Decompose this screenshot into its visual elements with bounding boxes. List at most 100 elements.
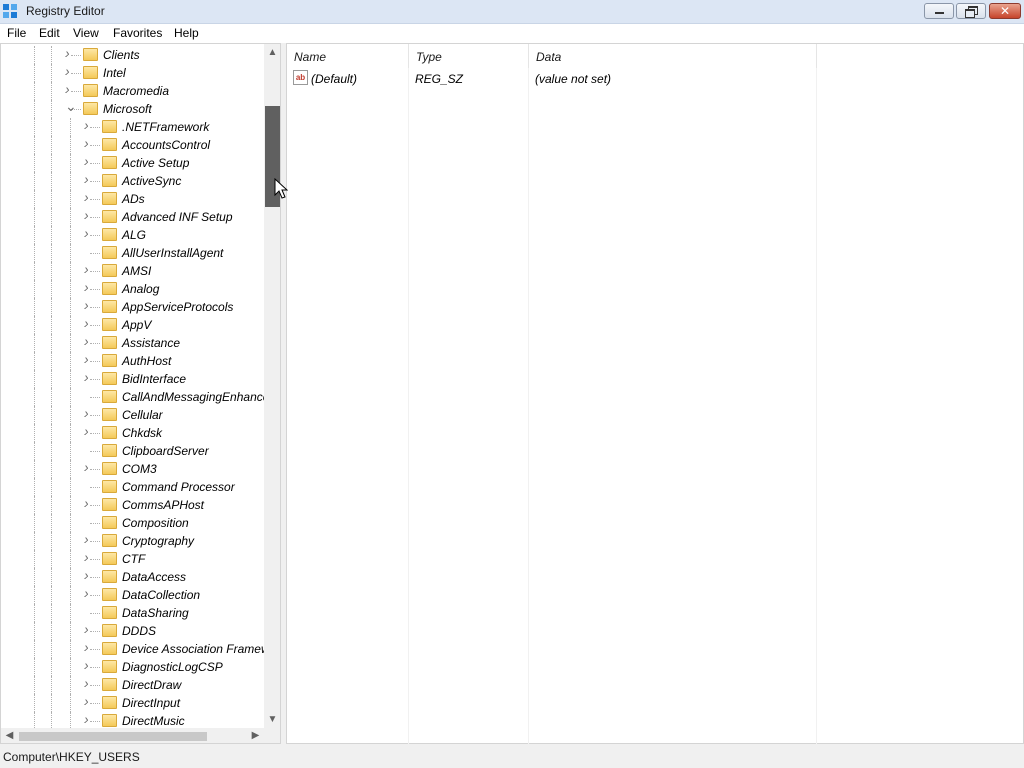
registry-key-tree[interactable]: › Clients › Intel › Macromedia ⌄ Microsoft › .NET…: [0, 43, 281, 744]
tree-item[interactable]: › Assistance: [1, 334, 264, 352]
tree-item[interactable]: › CTF: [1, 550, 264, 568]
chevron-right-icon[interactable]: ›: [65, 46, 75, 60]
tree-item[interactable]: Command Processor: [1, 478, 264, 496]
tree-item[interactable]: › Device Association Framew: [1, 640, 264, 658]
folder-icon: [102, 390, 117, 403]
tree-horizontal-scrollbar[interactable]: ◀ ▶: [1, 728, 264, 743]
tree-item[interactable]: › DiagnosticLogCSP: [1, 658, 264, 676]
chevron-right-icon[interactable]: ›: [84, 370, 94, 384]
chevron-right-icon[interactable]: ›: [84, 622, 94, 636]
tree-item[interactable]: DataSharing: [1, 604, 264, 622]
tree-item[interactable]: › DataCollection: [1, 586, 264, 604]
chevron-right-icon[interactable]: ›: [84, 568, 94, 582]
chevron-right-icon[interactable]: ›: [84, 154, 94, 168]
menu-help[interactable]: Help: [174, 26, 199, 40]
folder-icon: [102, 570, 117, 583]
tree-item[interactable]: › .NETFramework: [1, 118, 264, 136]
tree-item[interactable]: › Cellular: [1, 406, 264, 424]
chevron-right-icon[interactable]: ›: [84, 550, 94, 564]
menu-edit[interactable]: Edit: [39, 26, 60, 40]
chevron-right-icon[interactable]: ›: [84, 406, 94, 420]
tree-item[interactable]: › Advanced INF Setup: [1, 208, 264, 226]
menu-favorites[interactable]: Favorites: [113, 26, 162, 40]
chevron-right-icon[interactable]: ›: [84, 352, 94, 366]
column-header-data[interactable]: Data: [529, 44, 817, 68]
close-button[interactable]: ✕: [989, 3, 1021, 19]
tree-item[interactable]: › AppServiceProtocols: [1, 298, 264, 316]
tree-item[interactable]: › Chkdsk: [1, 424, 264, 442]
tree-item[interactable]: › Cryptography: [1, 532, 264, 550]
column-header-name[interactable]: Name: [287, 44, 409, 68]
scroll-left-icon[interactable]: ◀: [1, 728, 18, 743]
chevron-right-icon[interactable]: ›: [65, 82, 75, 96]
chevron-right-icon[interactable]: ›: [84, 586, 94, 600]
tree-item[interactable]: › ADs: [1, 190, 264, 208]
chevron-right-icon[interactable]: ›: [84, 334, 94, 348]
status-path: Computer\HKEY_USERS: [3, 750, 140, 764]
tree-item[interactable]: › DirectInput: [1, 694, 264, 712]
tree-item[interactable]: › Macromedia: [1, 82, 264, 100]
tree-item[interactable]: › AccountsControl: [1, 136, 264, 154]
tree-vertical-scrollbar[interactable]: ▲ ▼: [264, 44, 280, 728]
chevron-right-icon[interactable]: ›: [84, 208, 94, 222]
tree-item[interactable]: › Active Setup: [1, 154, 264, 172]
menu-view[interactable]: View: [73, 26, 99, 40]
tree-item[interactable]: › DirectMusic: [1, 712, 264, 728]
tree-item[interactable]: › AppV: [1, 316, 264, 334]
chevron-down-icon[interactable]: ⌄: [65, 99, 77, 113]
tree-item[interactable]: › COM3: [1, 460, 264, 478]
tree-item[interactable]: › AMSI: [1, 262, 264, 280]
tree-item[interactable]: › DirectDraw: [1, 676, 264, 694]
values-list[interactable]: Name Type Data ab (Default) REG_SZ (valu…: [286, 43, 1024, 744]
scroll-up-icon[interactable]: ▲: [264, 44, 280, 61]
horizontal-scroll-thumb[interactable]: [19, 732, 207, 741]
tree-item[interactable]: Composition: [1, 514, 264, 532]
chevron-right-icon[interactable]: ›: [84, 136, 94, 150]
chevron-right-icon[interactable]: ›: [84, 640, 94, 654]
tree-item-label: AppV: [122, 318, 152, 332]
minimize-button[interactable]: [924, 3, 954, 19]
chevron-right-icon[interactable]: ›: [84, 460, 94, 474]
chevron-right-icon[interactable]: ›: [84, 424, 94, 438]
tree-item[interactable]: › CommsAPHost: [1, 496, 264, 514]
folder-icon: [102, 372, 117, 385]
tree-item[interactable]: › AuthHost: [1, 352, 264, 370]
tree-item[interactable]: ⌄ Microsoft: [1, 99, 264, 118]
menu-file[interactable]: File: [7, 26, 26, 40]
chevron-right-icon[interactable]: ›: [84, 226, 94, 240]
chevron-right-icon[interactable]: ›: [84, 658, 94, 672]
chevron-right-icon[interactable]: ›: [84, 676, 94, 690]
chevron-right-icon[interactable]: ›: [84, 532, 94, 546]
chevron-right-icon[interactable]: ›: [84, 280, 94, 294]
tree-item[interactable]: ClipboardServer: [1, 442, 264, 460]
chevron-right-icon[interactable]: ›: [84, 694, 94, 708]
tree-item[interactable]: › DDDS: [1, 622, 264, 640]
tree-item[interactable]: › ActiveSync: [1, 172, 264, 190]
chevron-right-icon[interactable]: ›: [84, 712, 94, 726]
tree-item[interactable]: › BidInterface: [1, 370, 264, 388]
chevron-right-icon[interactable]: ›: [84, 316, 94, 330]
chevron-right-icon[interactable]: ›: [84, 496, 94, 510]
chevron-right-icon[interactable]: ›: [84, 262, 94, 276]
scroll-right-icon[interactable]: ▶: [247, 728, 264, 743]
tree-guide-line: [34, 586, 35, 604]
scroll-down-icon[interactable]: ▼: [264, 711, 280, 728]
restore-button[interactable]: [956, 3, 986, 19]
column-header-type[interactable]: Type: [409, 44, 529, 68]
tree-item[interactable]: CallAndMessagingEnhance: [1, 388, 264, 406]
folder-icon: [102, 606, 117, 619]
chevron-right-icon[interactable]: ›: [84, 172, 94, 186]
registry-editor-icon: [3, 4, 17, 18]
tree-item[interactable]: › ALG: [1, 226, 264, 244]
tree-guide-line: [34, 190, 35, 208]
chevron-right-icon[interactable]: ›: [65, 64, 75, 78]
tree-item[interactable]: › Analog: [1, 280, 264, 298]
tree-item[interactable]: › DataAccess: [1, 568, 264, 586]
tree-item[interactable]: › Clients: [1, 46, 264, 64]
value-row-default[interactable]: ab (Default) REG_SZ (value not set): [287, 70, 817, 88]
tree-item[interactable]: AllUserInstallAgent: [1, 244, 264, 262]
chevron-right-icon[interactable]: ›: [84, 190, 94, 204]
chevron-right-icon[interactable]: ›: [84, 298, 94, 312]
tree-item[interactable]: › Intel: [1, 64, 264, 82]
chevron-right-icon[interactable]: ›: [84, 118, 94, 132]
